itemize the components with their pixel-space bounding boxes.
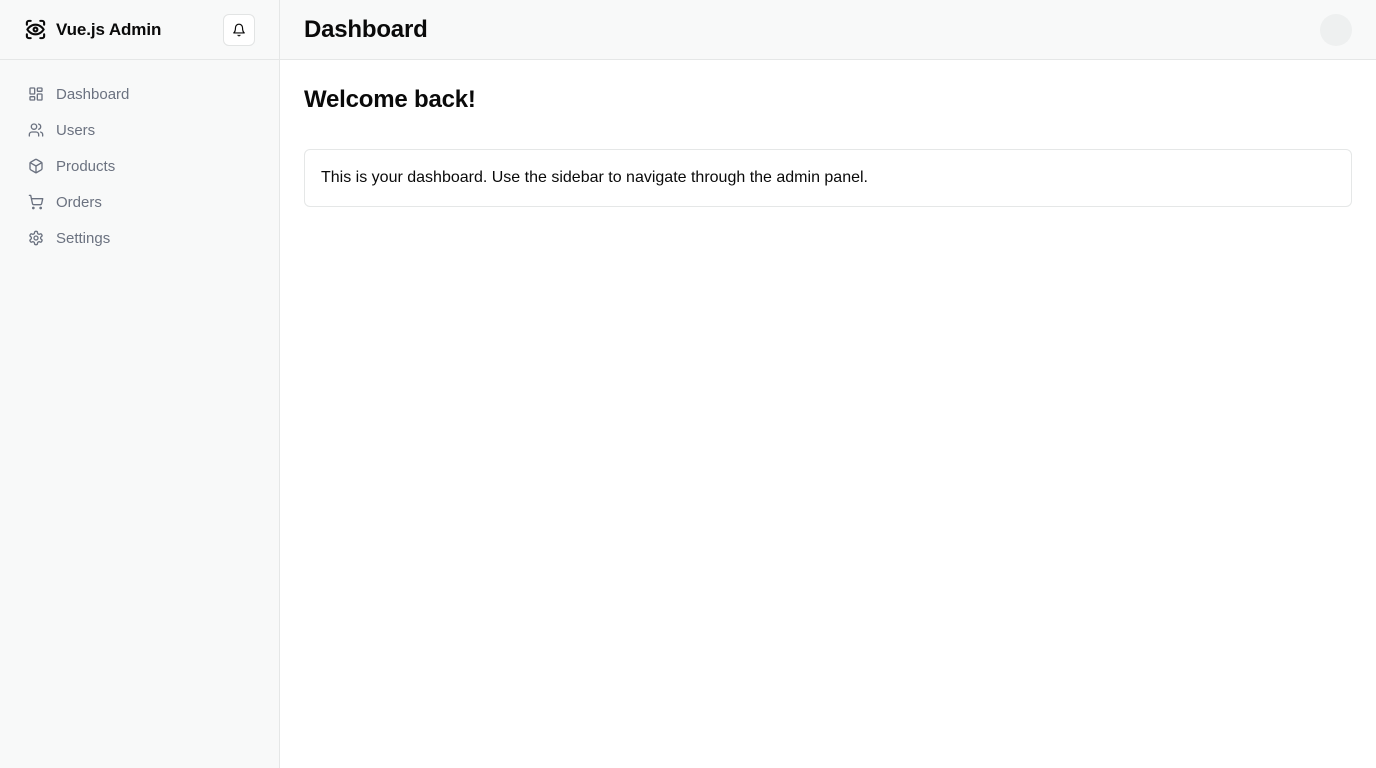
top-bar: Dashboard [280, 0, 1376, 60]
sidebar: Vue.js Admin Dashboard Users Products Or… [0, 0, 280, 768]
sidebar-item-users[interactable]: Users [16, 112, 263, 148]
cart-icon [28, 194, 44, 210]
sidebar-nav: Dashboard Users Products Orders Settings [0, 60, 279, 256]
sidebar-item-label: Dashboard [56, 85, 130, 103]
info-card-text: This is your dashboard. Use the sidebar … [321, 169, 868, 186]
main-area: Dashboard Welcome back! This is your das… [280, 0, 1376, 768]
notifications-button[interactable] [223, 13, 255, 46]
main-content: Welcome back! This is your dashboard. Us… [280, 60, 1376, 231]
box-icon [28, 158, 44, 174]
bell-icon [232, 23, 246, 37]
users-icon [28, 122, 44, 138]
gear-icon [28, 230, 44, 246]
sidebar-item-dashboard[interactable]: Dashboard [16, 76, 263, 112]
sidebar-item-label: Users [56, 121, 96, 139]
sidebar-item-products[interactable]: Products [16, 148, 263, 184]
app-shell: Vue.js Admin Dashboard Users Products Or… [0, 0, 1376, 768]
sidebar-item-label: Settings [56, 229, 111, 247]
eye-logo-icon [24, 18, 47, 41]
sidebar-header: Vue.js Admin [0, 0, 279, 60]
info-card: This is your dashboard. Use the sidebar … [304, 149, 1352, 207]
avatar[interactable] [1320, 13, 1352, 46]
brand[interactable]: Vue.js Admin [24, 18, 161, 41]
page-title: Dashboard [304, 15, 428, 43]
welcome-heading: Welcome back! [304, 86, 476, 113]
sidebar-item-orders[interactable]: Orders [16, 184, 263, 220]
sidebar-item-label: Products [56, 157, 116, 175]
app-title: Vue.js Admin [56, 19, 162, 39]
sidebar-item-label: Orders [56, 193, 102, 211]
dashboard-grid-icon [28, 86, 44, 102]
sidebar-item-settings[interactable]: Settings [16, 220, 263, 256]
